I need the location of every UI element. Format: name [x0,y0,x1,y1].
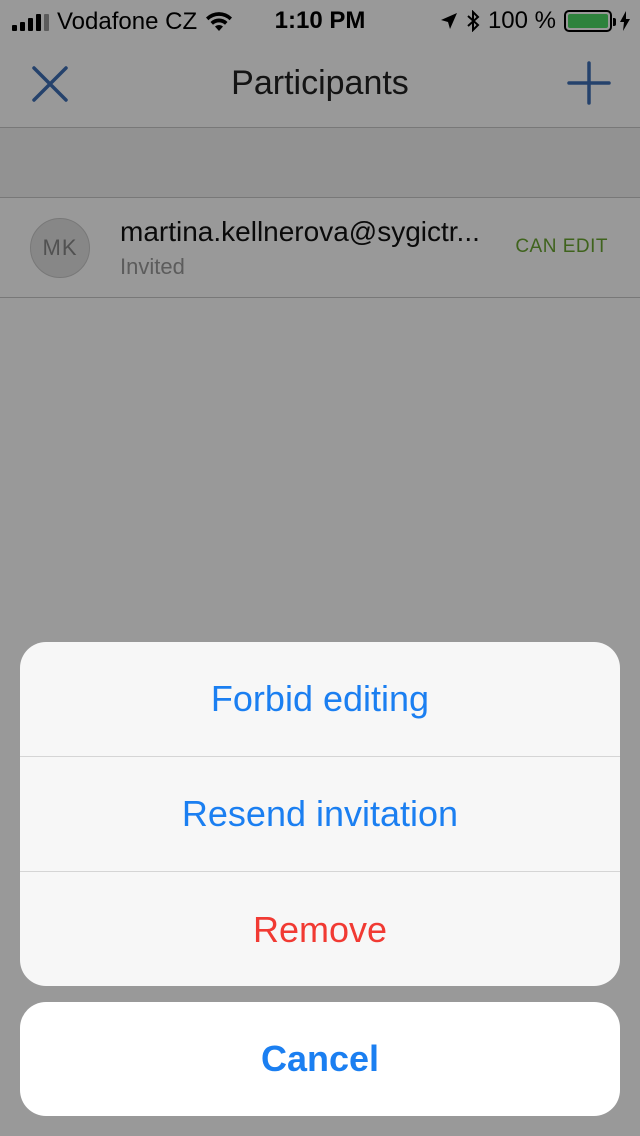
resend-invitation-button[interactable]: Resend invitation [20,757,620,872]
remove-button[interactable]: Remove [20,872,620,986]
cancel-button[interactable]: Cancel [20,1002,620,1116]
action-sheet: Forbid editing Resend invitation Remove [20,642,620,986]
forbid-editing-button[interactable]: Forbid editing [20,642,620,757]
